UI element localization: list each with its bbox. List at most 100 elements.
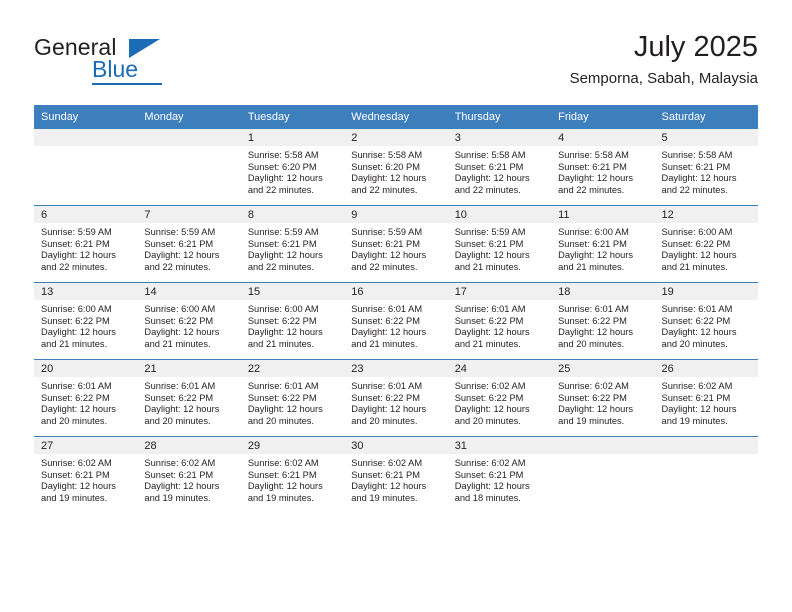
day-cell-10[interactable]: 10 Sunrise: 5:59 AM Sunset: 6:21 PM Dayligh… <box>447 205 552 283</box>
daylight-text-line1: Daylight: 12 hours <box>454 173 530 184</box>
daylight-text-line1: Daylight: 12 hours <box>144 481 220 492</box>
day-cell-13[interactable]: 13 Sunrise: 6:00 AM Sunset: 6:22 PM Dayligh… <box>34 282 138 360</box>
day-number: 16 <box>344 283 448 300</box>
day-number: 15 <box>240 283 345 300</box>
day-number: 30 <box>344 437 448 454</box>
day-cell-22[interactable]: 22 Sunrise: 6:01 AM Sunset: 6:22 PM Dayligh… <box>240 359 345 437</box>
day-number <box>654 437 758 454</box>
daylight-text-line2: and 20 minutes. <box>41 415 108 426</box>
daylight-text-line1: Daylight: 12 hours <box>661 250 737 261</box>
day-number: 23 <box>344 360 448 377</box>
day-details: Sunrise: 6:01 AM Sunset: 6:22 PM Daylight:… <box>551 300 654 350</box>
daylight-text-line2: and 22 minutes. <box>41 261 108 272</box>
sunrise-text: Sunrise: 6:01 AM <box>41 381 112 391</box>
day-cell-2[interactable]: 2 Sunrise: 5:58 AM Sunset: 6:20 PM Daylight… <box>344 129 448 206</box>
sunset-text: Sunset: 6:21 PM <box>41 238 110 249</box>
day-cell-14[interactable]: 14 Sunrise: 6:00 AM Sunset: 6:22 PM Dayligh… <box>137 282 241 360</box>
daylight-text-line1: Daylight: 12 hours <box>558 173 634 184</box>
day-cell-29[interactable]: 29 Sunrise: 6:02 AM Sunset: 6:21 PM Dayligh… <box>240 436 345 513</box>
sunrise-text: Sunrise: 6:01 AM <box>454 304 526 314</box>
daylight-text-line1: Daylight: 12 hours <box>454 404 530 415</box>
day-cell-4[interactable]: 4 Sunrise: 5:58 AM Sunset: 6:21 PM Daylight… <box>551 129 655 206</box>
sunset-text: Sunset: 6:21 PM <box>247 469 317 480</box>
day-cell-30[interactable]: 30 Sunrise: 6:02 AM Sunset: 6:21 PM Dayligh… <box>344 436 448 513</box>
sunset-text: Sunset: 6:21 PM <box>661 392 731 403</box>
day-cell-8[interactable]: 8 Sunrise: 5:59 AM Sunset: 6:21 PM Daylight… <box>240 205 345 283</box>
day-cell-26[interactable]: 26 Sunrise: 6:02 AM Sunset: 6:21 PM Dayligh… <box>654 359 758 437</box>
sunrise-text: Sunrise: 5:59 AM <box>247 227 319 237</box>
day-number: 7 <box>137 206 241 223</box>
day-number: 28 <box>137 437 241 454</box>
sunset-text: Sunset: 6:21 PM <box>351 238 420 249</box>
day-cell-15[interactable]: 15 Sunrise: 6:00 AM Sunset: 6:22 PM Dayligh… <box>240 282 345 360</box>
day-cell-9[interactable]: 9 Sunrise: 5:59 AM Sunset: 6:21 PM Daylight… <box>344 205 448 283</box>
daylight-text-line2: and 22 minutes. <box>558 184 625 195</box>
day-cell-20[interactable]: 20 Sunrise: 6:01 AM Sunset: 6:22 PM Dayligh… <box>34 359 138 437</box>
daylight-text-line2: and 22 minutes. <box>454 184 521 195</box>
day-cell-empty <box>137 129 241 206</box>
calendar-week-row: 13 Sunrise: 6:00 AM Sunset: 6:22 PM Dayligh… <box>34 282 758 360</box>
day-number: 3 <box>447 129 552 146</box>
sunrise-text: Sunrise: 6:02 AM <box>247 458 319 468</box>
day-cell-5[interactable]: 5 Sunrise: 5:58 AM Sunset: 6:21 PM Daylight… <box>654 129 758 206</box>
sunrise-text: Sunrise: 5:58 AM <box>247 150 319 160</box>
sunrise-text: Sunrise: 5:58 AM <box>661 150 733 160</box>
day-cell-16[interactable]: 16 Sunrise: 6:01 AM Sunset: 6:22 PM Dayligh… <box>344 282 448 360</box>
day-cell-28[interactable]: 28 Sunrise: 6:02 AM Sunset: 6:21 PM Dayligh… <box>137 436 241 513</box>
sunrise-text: Sunrise: 6:02 AM <box>144 458 216 468</box>
day-details: Sunrise: 5:59 AM Sunset: 6:21 PM Daylight:… <box>344 223 447 273</box>
day-cell-11[interactable]: 11 Sunrise: 6:00 AM Sunset: 6:21 PM Dayligh… <box>551 205 655 283</box>
day-number: 12 <box>654 206 758 223</box>
day-cell-1[interactable]: 1 Sunrise: 5:58 AM Sunset: 6:20 PM Daylight… <box>240 129 345 206</box>
day-details: Sunrise: 6:01 AM Sunset: 6:22 PM Daylight:… <box>34 377 137 427</box>
sunset-text: Sunset: 6:22 PM <box>454 392 524 403</box>
day-cell-25[interactable]: 25 Sunrise: 6:02 AM Sunset: 6:22 PM Dayligh… <box>551 359 655 437</box>
day-number: 8 <box>240 206 345 223</box>
sunset-text: Sunset: 6:22 PM <box>558 392 627 403</box>
sunset-text: Sunset: 6:21 PM <box>558 238 627 249</box>
sunrise-text: Sunrise: 6:02 AM <box>351 458 423 468</box>
day-number <box>34 129 138 146</box>
sunset-text: Sunset: 6:20 PM <box>247 161 317 172</box>
daylight-text-line1: Daylight: 12 hours <box>41 327 116 338</box>
sunrise-text: Sunrise: 6:02 AM <box>661 381 733 391</box>
day-cell-17[interactable]: 17 Sunrise: 6:01 AM Sunset: 6:22 PM Dayligh… <box>447 282 552 360</box>
day-details: Sunrise: 6:02 AM Sunset: 6:21 PM Daylight:… <box>655 377 758 427</box>
daylight-text-line2: and 20 minutes. <box>454 415 521 426</box>
sunrise-text: Sunrise: 5:58 AM <box>558 150 629 160</box>
day-details: Sunrise: 5:58 AM Sunset: 6:20 PM Daylight:… <box>241 146 344 196</box>
daylight-text-line2: and 22 minutes. <box>247 184 314 195</box>
day-cell-24[interactable]: 24 Sunrise: 6:02 AM Sunset: 6:22 PM Dayligh… <box>447 359 552 437</box>
sunset-text: Sunset: 6:21 PM <box>454 469 524 480</box>
day-cell-18[interactable]: 18 Sunrise: 6:01 AM Sunset: 6:22 PM Dayligh… <box>551 282 655 360</box>
daylight-text-line2: and 21 minutes. <box>351 338 418 349</box>
day-cell-7[interactable]: 7 Sunrise: 5:59 AM Sunset: 6:21 PM Daylight… <box>137 205 241 283</box>
day-cell-21[interactable]: 21 Sunrise: 6:01 AM Sunset: 6:22 PM Dayligh… <box>137 359 241 437</box>
day-details: Sunrise: 6:00 AM Sunset: 6:22 PM Daylight:… <box>34 300 137 350</box>
day-number: 17 <box>447 283 552 300</box>
daylight-text-line1: Daylight: 12 hours <box>144 250 220 261</box>
day-cell-19[interactable]: 19 Sunrise: 6:01 AM Sunset: 6:22 PM Dayligh… <box>654 282 758 360</box>
day-cell-3[interactable]: 3 Sunrise: 5:58 AM Sunset: 6:21 PM Daylight… <box>447 129 552 206</box>
daylight-text-line1: Daylight: 12 hours <box>247 481 323 492</box>
day-number: 18 <box>551 283 655 300</box>
day-details: Sunrise: 6:02 AM Sunset: 6:21 PM Daylight:… <box>448 454 551 504</box>
daylight-text-line2: and 21 minutes. <box>454 261 521 272</box>
day-number: 24 <box>447 360 552 377</box>
sunset-text: Sunset: 6:22 PM <box>41 392 110 403</box>
day-cell-31[interactable]: 31 Sunrise: 6:02 AM Sunset: 6:21 PM Dayligh… <box>447 436 552 513</box>
day-number: 27 <box>34 437 138 454</box>
daylight-text-line2: and 21 minutes. <box>558 261 625 272</box>
day-number: 21 <box>137 360 241 377</box>
day-cell-12[interactable]: 12 Sunrise: 6:00 AM Sunset: 6:22 PM Dayligh… <box>654 205 758 283</box>
generalblue-logo[interactable]: General Blue <box>34 35 244 91</box>
sunset-text: Sunset: 6:21 PM <box>41 469 110 480</box>
daylight-text-line2: and 19 minutes. <box>558 415 625 426</box>
weekday-header-sunday: Sunday <box>34 105 138 129</box>
daylight-text-line2: and 21 minutes. <box>144 338 211 349</box>
day-cell-23[interactable]: 23 Sunrise: 6:01 AM Sunset: 6:22 PM Dayligh… <box>344 359 448 437</box>
day-cell-27[interactable]: 27 Sunrise: 6:02 AM Sunset: 6:21 PM Dayligh… <box>34 436 138 513</box>
sunset-text: Sunset: 6:22 PM <box>454 315 524 326</box>
day-cell-6[interactable]: 6 Sunrise: 5:59 AM Sunset: 6:21 PM Daylight… <box>34 205 138 283</box>
day-number: 4 <box>551 129 655 146</box>
